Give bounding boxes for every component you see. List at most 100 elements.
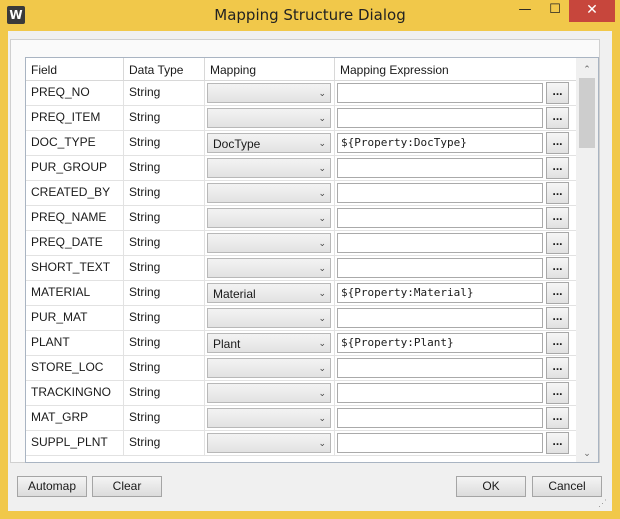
column-header-mapping-expression[interactable]: Mapping Expression [335,58,576,80]
mapping-dropdown[interactable]: ⌄ [207,433,331,453]
table-row[interactable]: SHORT_TEXT String ⌄... [26,256,576,281]
browse-button[interactable]: ... [546,107,569,129]
mapping-expression-input[interactable]: ${Property:DocType} [337,133,543,153]
browse-button[interactable]: ... [546,207,569,229]
scroll-down-icon[interactable]: ⌄ [576,444,598,462]
automap-button[interactable]: Automap [17,476,87,497]
data-type-cell: String [124,81,205,105]
mapping-expression-cell: ... [335,381,576,405]
maximize-button[interactable]: ☐ [541,0,569,22]
mapping-dropdown[interactable]: Material ⌄ [207,283,331,303]
mapping-expression-input[interactable] [337,358,543,378]
data-type-cell: String [124,281,205,305]
table-row[interactable]: PREQ_ITEM String ⌄... [26,106,576,131]
close-button[interactable]: ✕ [569,0,615,22]
mapping-cell: Plant ⌄ [205,331,335,355]
mapping-expression-input[interactable] [337,408,543,428]
table-row[interactable]: PREQ_NO String ⌄... [26,81,576,106]
mapping-dropdown[interactable]: ⌄ [207,208,331,228]
mapping-dropdown[interactable]: ⌄ [207,358,331,378]
mapping-expression-input[interactable] [337,383,543,403]
chevron-down-icon: ⌄ [318,188,326,198]
data-type-cell: String [124,131,205,155]
browse-button[interactable]: ... [546,157,569,179]
vertical-scrollbar[interactable]: ⌃ ⌄ [576,58,598,462]
browse-button[interactable]: ... [546,382,569,404]
resize-grip-icon[interactable]: ⋰ [598,497,610,509]
browse-button[interactable]: ... [546,432,569,454]
mapping-dropdown[interactable]: ⌄ [207,108,331,128]
table-row[interactable]: SUPPL_PLNT String ⌄... [26,431,576,456]
minimize-button[interactable]: — [509,0,541,22]
chevron-down-icon: ⌄ [318,413,326,423]
browse-button[interactable]: ... [546,132,569,154]
browse-button[interactable]: ... [546,232,569,254]
data-type-cell: String [124,406,205,430]
table-row[interactable]: TRACKINGNO String ⌄... [26,381,576,406]
chevron-down-icon: ⌄ [318,263,326,273]
mapping-dropdown[interactable]: ⌄ [207,233,331,253]
mapping-grid: Field Data Type Mapping Mapping Expressi… [25,57,599,463]
browse-button[interactable]: ... [546,257,569,279]
browse-button[interactable]: ... [546,282,569,304]
mapping-expression-input[interactable] [337,183,543,203]
table-row[interactable]: PUR_MAT String ⌄... [26,306,576,331]
mapping-expression-input[interactable] [337,433,543,453]
mapping-dropdown[interactable]: ⌄ [207,158,331,178]
cancel-button[interactable]: Cancel [532,476,602,497]
table-row[interactable]: DOC_TYPE String DocType ⌄ ${Property:DocType… [26,131,576,156]
browse-button[interactable]: ... [546,407,569,429]
mapping-expression-input[interactable]: ${Property:Material} [337,283,543,303]
mapping-dropdown[interactable]: Plant ⌄ [207,333,331,353]
data-type-cell: String [124,231,205,255]
clear-button[interactable]: Clear [92,476,162,497]
mapping-expression-cell: ... [335,306,576,330]
mapping-cell: ⌄ [205,231,335,255]
mapping-expression-input[interactable] [337,233,543,253]
mapping-expression-cell: ... [335,106,576,130]
browse-button[interactable]: ... [546,332,569,354]
mapping-dropdown[interactable]: ⌄ [207,83,331,103]
mapping-expression-cell: ... [335,406,576,430]
mapping-cell: ⌄ [205,356,335,380]
mapping-cell: ⌄ [205,181,335,205]
browse-button[interactable]: ... [546,182,569,204]
column-header-data-type[interactable]: Data Type [124,58,205,80]
browse-button[interactable]: ... [546,307,569,329]
mapping-expression-input[interactable]: ${Property:Plant} [337,333,543,353]
scroll-up-icon[interactable]: ⌃ [576,60,598,78]
mapping-expression-cell: ${Property:Plant}... [335,331,576,355]
mapping-expression-input[interactable] [337,208,543,228]
mapping-dropdown[interactable]: ⌄ [207,183,331,203]
mapping-expression-input[interactable] [337,308,543,328]
mapping-dropdown[interactable]: ⌄ [207,383,331,403]
table-row[interactable]: PREQ_DATE String ⌄... [26,231,576,256]
chevron-down-icon: ⌄ [318,138,326,148]
mapping-expression-input[interactable] [337,108,543,128]
ok-button[interactable]: OK [456,476,526,497]
column-header-field[interactable]: Field [26,58,124,80]
table-row[interactable]: MATERIAL String Material ⌄ ${Property:Materi… [26,281,576,306]
mapping-dropdown[interactable]: ⌄ [207,408,331,428]
mapping-dropdown[interactable]: ⌄ [207,308,331,328]
field-name-cell: MAT_GRP [26,406,124,430]
table-row[interactable]: PUR_GROUP String ⌄... [26,156,576,181]
table-row[interactable]: MAT_GRP String ⌄... [26,406,576,431]
table-row[interactable]: CREATED_BY String ⌄... [26,181,576,206]
table-row[interactable]: PLANT String Plant ⌄ ${Property:Plant}... [26,331,576,356]
mapping-expression-input[interactable] [337,158,543,178]
mapping-dropdown[interactable]: DocType ⌄ [207,133,331,153]
scrollbar-thumb[interactable] [579,78,595,148]
mapping-expression-input[interactable] [337,258,543,278]
mapping-dropdown[interactable]: ⌄ [207,258,331,278]
mapping-cell: ⌄ [205,81,335,105]
table-row[interactable]: PREQ_NAME String ⌄... [26,206,576,231]
table-row[interactable]: STORE_LOC String ⌄... [26,356,576,381]
mapping-dropdown-value: Material [213,287,256,301]
column-header-mapping[interactable]: Mapping [205,58,335,80]
browse-button[interactable]: ... [546,82,569,104]
title-bar[interactable]: W Mapping Structure Dialog — ☐ ✕ [0,0,620,31]
data-type-cell: String [124,106,205,130]
browse-button[interactable]: ... [546,357,569,379]
mapping-expression-input[interactable] [337,83,543,103]
